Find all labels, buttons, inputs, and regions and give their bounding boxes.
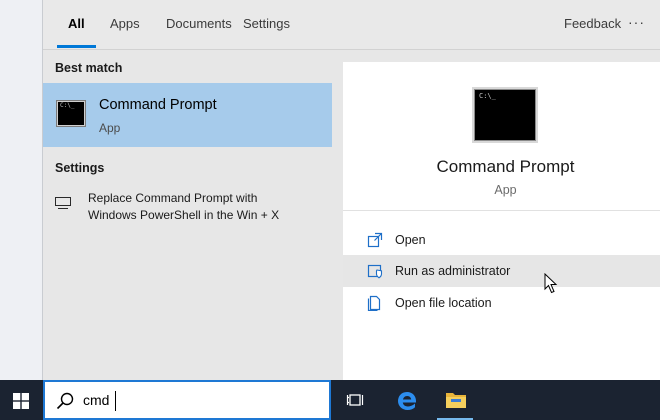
best-match-type: App <box>99 121 121 135</box>
open-icon <box>367 232 383 248</box>
task-view-icon <box>346 394 364 406</box>
open-file-location-label: Open file location <box>395 296 492 310</box>
file-explorer-button[interactable] <box>431 380 479 420</box>
search-input-value: cmd <box>83 392 110 408</box>
desktop-background <box>0 0 42 380</box>
feedback-link[interactable]: Feedback <box>564 16 621 31</box>
task-view-button[interactable] <box>332 380 380 420</box>
results-list: Best match C:\_ Command Prompt App Setti… <box>43 50 332 380</box>
edge-icon <box>398 392 416 410</box>
mouse-pointer-icon <box>544 273 558 294</box>
monitor-icon <box>55 197 71 209</box>
best-match-title: Command Prompt <box>99 97 217 113</box>
command-prompt-icon: C:\_ <box>474 89 536 141</box>
preview-pane: C:\_ Command Prompt App Open Run as admi… <box>343 62 660 380</box>
run-as-administrator-action[interactable]: Run as administrator <box>343 255 660 287</box>
preview-title: Command Prompt <box>436 157 575 176</box>
search-icon <box>56 392 74 410</box>
taskbar: cmd <box>0 380 660 420</box>
best-match-item[interactable]: C:\_ Command Prompt App <box>43 83 332 147</box>
tab-documents[interactable]: Documents <box>166 16 232 31</box>
shield-icon <box>367 264 383 279</box>
run-as-administrator-label: Run as administrator <box>395 264 511 278</box>
file-explorer-icon <box>446 393 466 408</box>
start-button[interactable] <box>0 380 42 420</box>
active-tab-indicator <box>57 45 96 48</box>
tab-apps[interactable]: Apps <box>110 16 140 31</box>
settings-result-item[interactable]: Replace Command Prompt with Windows Powe… <box>43 186 332 230</box>
windows-start-icon <box>13 393 29 409</box>
open-action[interactable]: Open <box>343 224 660 256</box>
open-label: Open <box>395 233 426 247</box>
more-options-icon[interactable]: ··· <box>628 14 645 30</box>
preview-type: App <box>494 183 517 197</box>
settings-result-text: Replace Command Prompt with Windows Powe… <box>88 190 318 224</box>
command-prompt-icon: C:\_ <box>56 100 86 127</box>
text-caret <box>115 391 116 411</box>
settings-result-line1: Replace Command Prompt with <box>88 191 258 205</box>
settings-result-line2: Windows PowerShell in the Win + X <box>88 208 280 222</box>
search-input[interactable]: cmd <box>43 380 331 420</box>
settings-heading: Settings <box>55 161 105 175</box>
search-panel: All Apps Documents Settings Feedback ···… <box>43 0 660 380</box>
divider <box>343 210 660 211</box>
open-file-location-action[interactable]: Open file location <box>343 287 660 319</box>
tab-bar: All Apps Documents Settings Feedback ··· <box>43 0 660 50</box>
tab-settings[interactable]: Settings <box>243 16 290 31</box>
best-match-heading: Best match <box>55 61 123 75</box>
tab-all[interactable]: All <box>68 16 85 31</box>
file-location-icon <box>367 295 381 311</box>
edge-button[interactable] <box>382 380 430 420</box>
